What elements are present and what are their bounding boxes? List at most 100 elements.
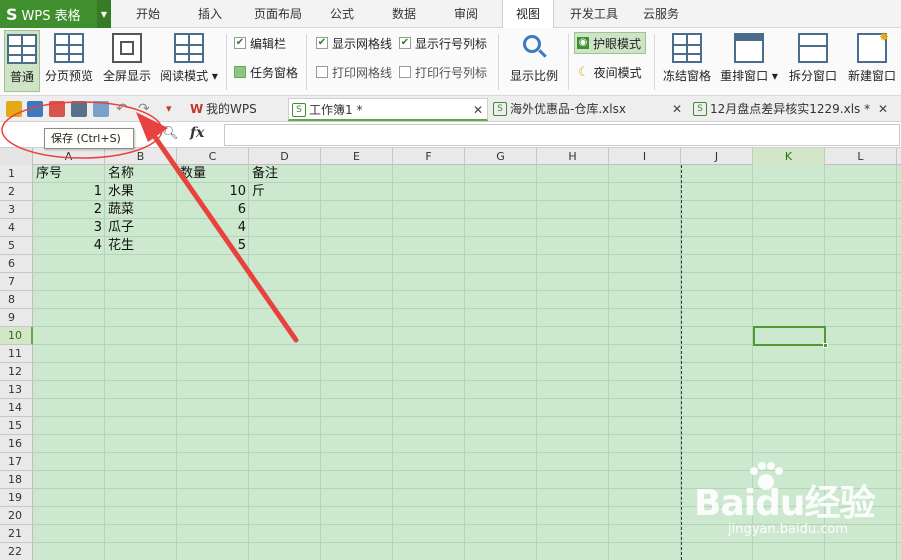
tab-page-layout[interactable]: 页面布局 — [248, 0, 308, 28]
undo-icon[interactable]: ↶ — [116, 101, 132, 117]
select-all-corner[interactable] — [0, 148, 33, 165]
cell-C4[interactable]: 4 — [177, 219, 249, 237]
active-cell-K10[interactable] — [753, 326, 828, 348]
cell-B3[interactable]: 蔬菜 — [105, 201, 177, 219]
new-window-button[interactable]: ✸ 新建窗口 — [844, 30, 900, 92]
split-window-button[interactable]: 拆分窗口 — [786, 30, 840, 92]
row-header-2[interactable]: 2 — [0, 183, 33, 201]
tab-review[interactable]: 审阅 — [444, 0, 488, 28]
row-header-7[interactable]: 7 — [0, 273, 33, 291]
doc-tab-inventory[interactable]: S 12月盘点差异核实1229.xls * ✕ — [690, 98, 892, 121]
row-header-9[interactable]: 9 — [0, 309, 33, 327]
save-icon[interactable] — [27, 101, 43, 117]
cell-C1[interactable]: 数量 — [177, 165, 249, 183]
column-header-C[interactable]: C — [177, 148, 249, 165]
row-header-4[interactable]: 4 — [0, 219, 33, 237]
row-header-19[interactable]: 19 — [0, 489, 33, 507]
cell-A4[interactable]: 3 — [33, 219, 105, 237]
show-headers-checkbox[interactable]: ✔ 显示行号列标 — [399, 34, 487, 52]
close-tab-icon[interactable]: ✕ — [878, 98, 888, 120]
spreadsheet-file-icon: S — [292, 103, 306, 117]
open-folder-icon[interactable] — [6, 101, 22, 117]
row-header-11[interactable]: 11 — [0, 345, 33, 363]
tab-cloud[interactable]: 云服务 — [636, 0, 686, 28]
row-header-17[interactable]: 17 — [0, 453, 33, 471]
row-header-3[interactable]: 3 — [0, 201, 33, 219]
close-tab-icon[interactable]: ✕ — [672, 98, 682, 120]
freeze-panes-button[interactable]: 冻结窗格 — [660, 30, 714, 92]
tab-insert[interactable]: 插入 — [186, 0, 234, 28]
tab-developer[interactable]: 开发工具 — [564, 0, 624, 28]
column-header-E[interactable]: E — [321, 148, 393, 165]
cell-B4[interactable]: 瓜子 — [105, 219, 177, 237]
column-header-A[interactable]: A — [33, 148, 105, 165]
export-pdf-icon[interactable] — [49, 101, 65, 117]
fullscreen-button[interactable]: 全屏显示 — [100, 30, 154, 92]
doc-tab-workbook1[interactable]: S 工作簿1 * ✕ — [288, 98, 488, 121]
print-headers-checkbox[interactable]: 打印行号列标 — [399, 63, 487, 81]
zoom-button[interactable]: 显示比例 — [506, 30, 562, 92]
cell-D2[interactable]: 斤 — [249, 183, 321, 201]
column-header-B[interactable]: B — [105, 148, 177, 165]
rearrange-windows-button[interactable]: 重排窗口 ▾ — [718, 30, 780, 92]
cell-B1[interactable]: 名称 — [105, 165, 177, 183]
column-header-D[interactable]: D — [249, 148, 321, 165]
column-header-J[interactable]: J — [681, 148, 753, 165]
doc-tab-my-wps[interactable]: W 我的WPS — [186, 98, 282, 121]
show-gridlines-checkbox[interactable]: ✔ 显示网格线 — [316, 34, 392, 52]
app-menu-button[interactable]: S WPS 表格 ▼ — [0, 0, 111, 28]
cell-D1[interactable]: 备注 — [249, 165, 321, 183]
column-header-H[interactable]: H — [537, 148, 609, 165]
column-header-G[interactable]: G — [465, 148, 537, 165]
row-header-14[interactable]: 14 — [0, 399, 33, 417]
formula-input[interactable] — [224, 124, 900, 146]
cell-C3[interactable]: 6 — [177, 201, 249, 219]
fx-icon[interactable]: fx — [190, 125, 204, 141]
edit-bar-checkbox[interactable]: ✔ 编辑栏 — [234, 34, 286, 52]
row-header-20[interactable]: 20 — [0, 507, 33, 525]
tab-data[interactable]: 数据 — [382, 0, 426, 28]
column-header-K[interactable]: K — [753, 148, 825, 165]
tab-formulas[interactable]: 公式 — [322, 0, 362, 28]
print-gridlines-checkbox[interactable]: 打印网格线 — [316, 63, 392, 81]
row-header-8[interactable]: 8 — [0, 291, 33, 309]
row-header-12[interactable]: 12 — [0, 363, 33, 381]
cell-C5[interactable]: 5 — [177, 237, 249, 255]
task-pane-checkbox[interactable]: 任务窗格 — [234, 63, 298, 81]
night-mode-button[interactable]: ☾ 夜间模式 — [578, 63, 642, 81]
close-tab-icon[interactable]: ✕ — [473, 99, 483, 121]
cell-B2[interactable]: 水果 — [105, 183, 177, 201]
tab-view[interactable]: 视图 — [502, 0, 554, 29]
row-header-22[interactable]: 22 — [0, 543, 33, 560]
reading-mode-button[interactable]: 阅读模式 ▾ — [158, 30, 220, 92]
column-header-L[interactable]: L — [825, 148, 897, 165]
cell-A5[interactable]: 4 — [33, 237, 105, 255]
print-icon[interactable] — [71, 101, 87, 117]
row-header-15[interactable]: 15 — [0, 417, 33, 435]
cell-C2[interactable]: 10 — [177, 183, 249, 201]
fill-handle[interactable] — [823, 343, 828, 348]
normal-view-button[interactable]: 普通 — [4, 30, 40, 92]
row-header-6[interactable]: 6 — [0, 255, 33, 273]
eye-protection-button[interactable]: ◉ 护眼模式 — [574, 32, 647, 54]
row-header-13[interactable]: 13 — [0, 381, 33, 399]
row-header-21[interactable]: 21 — [0, 525, 33, 543]
search-icon[interactable]: 🔍︎ — [162, 126, 179, 141]
doc-tab-overseas[interactable]: S 海外优惠品-仓库.xlsx ✕ — [490, 98, 686, 121]
print-preview-icon[interactable] — [93, 101, 109, 117]
row-header-5[interactable]: 5 — [0, 237, 33, 255]
page-break-preview-button[interactable]: 分页预览 — [44, 30, 94, 92]
cell-A1[interactable]: 序号 — [33, 165, 105, 183]
cell-A3[interactable]: 2 — [33, 201, 105, 219]
column-header-I[interactable]: I — [609, 148, 681, 165]
redo-icon[interactable]: ↷ — [138, 101, 154, 117]
row-header-10[interactable]: 10 — [0, 327, 33, 345]
column-header-F[interactable]: F — [393, 148, 465, 165]
cell-A2[interactable]: 1 — [33, 183, 105, 201]
tab-home[interactable]: 开始 — [124, 0, 172, 28]
row-header-16[interactable]: 16 — [0, 435, 33, 453]
cell-B5[interactable]: 花生 — [105, 237, 177, 255]
customize-dropdown-icon[interactable]: ▾ — [166, 101, 182, 117]
row-header-1[interactable]: 1 — [0, 165, 33, 183]
row-header-18[interactable]: 18 — [0, 471, 33, 489]
